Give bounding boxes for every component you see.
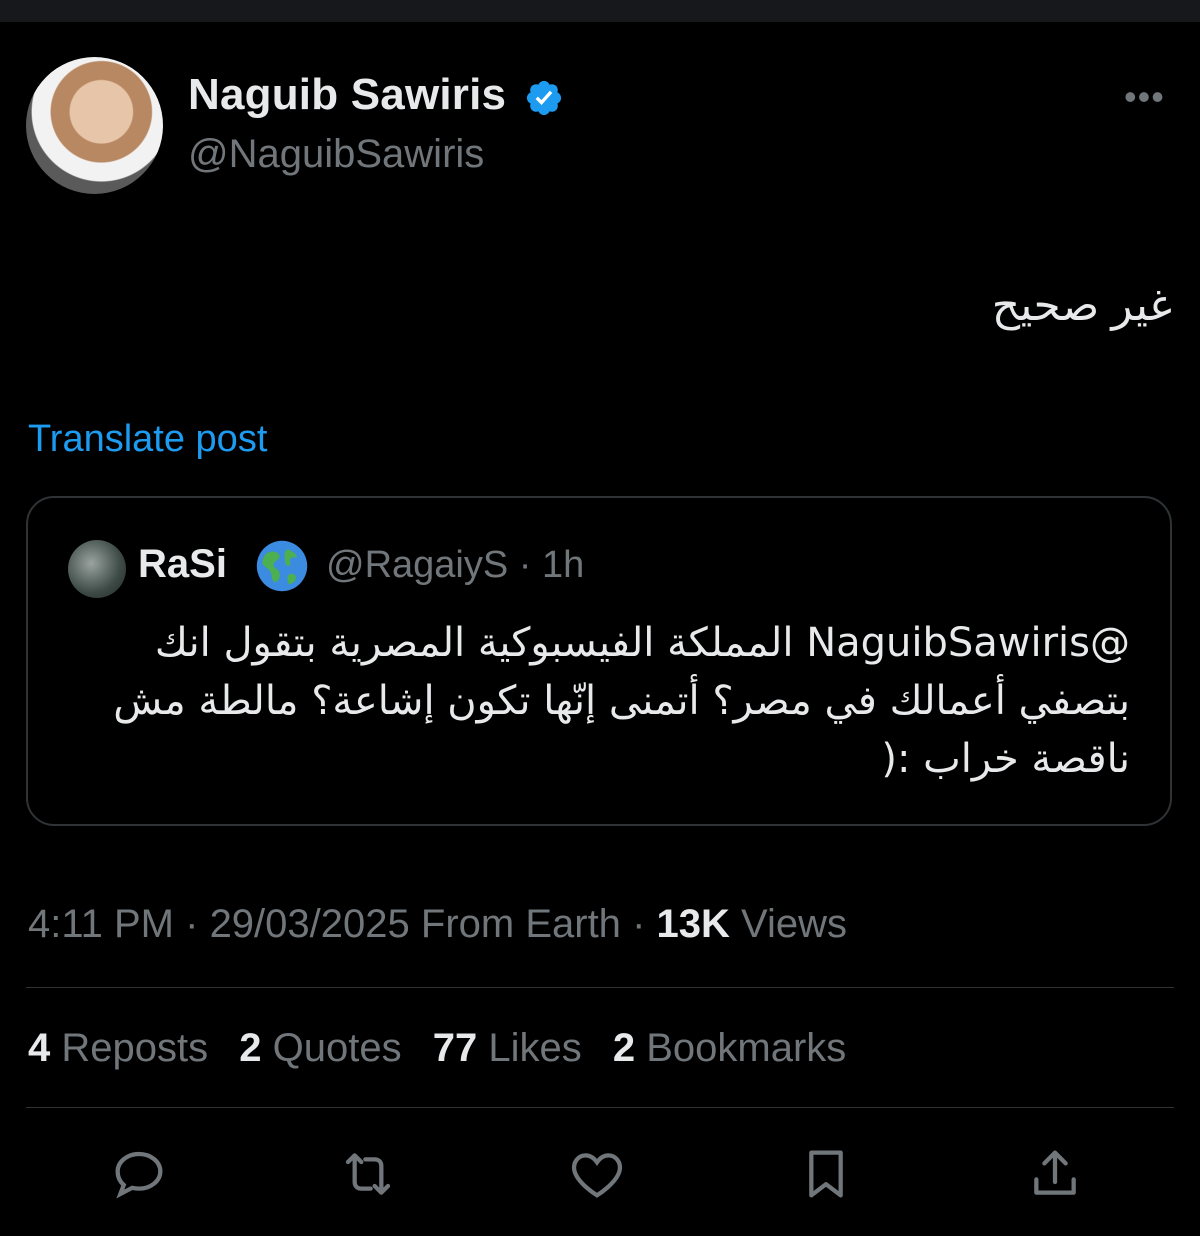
translate-post-link[interactable]: Translate post — [28, 418, 267, 461]
quoted-author-name[interactable]: RaSi — [138, 542, 227, 587]
views-count: 13K — [656, 902, 730, 946]
author-avatar[interactable] — [26, 57, 163, 194]
divider — [26, 987, 1174, 988]
meta-separator: · — [508, 544, 542, 586]
status-bar — [0, 0, 1200, 22]
author-handle[interactable]: @NaguibSawiris — [188, 132, 484, 177]
quoted-text: @NaguibSawiris المملكة الفيسبوكية المصري… — [113, 620, 1130, 782]
divider — [26, 1107, 1174, 1108]
tweet-source: From Earth — [420, 902, 621, 946]
tweet-time[interactable]: 4:11 PM — [28, 902, 174, 946]
quoted-avatar[interactable] — [68, 540, 126, 598]
quoted-tweet[interactable]: RaSi @RagaiyS · 1h @NaguibSawiris المملك… — [26, 496, 1172, 826]
engagement-stats: 4 Reposts 2 Quotes 77 Likes 2 Bookmarks — [28, 1026, 866, 1071]
quoted-handle[interactable]: @RagaiyS — [326, 544, 508, 586]
reply-icon[interactable] — [107, 1142, 171, 1206]
share-icon[interactable] — [1023, 1142, 1087, 1206]
tweet-text: غير صحيح — [991, 281, 1172, 330]
views-label: Views — [741, 902, 847, 946]
stat-bookmarks[interactable]: 2 Bookmarks — [613, 1026, 846, 1070]
globe-americas-icon — [256, 540, 308, 592]
like-icon[interactable] — [565, 1142, 629, 1206]
repost-icon[interactable] — [336, 1142, 400, 1206]
more-icon[interactable]: ••• — [1124, 79, 1165, 115]
action-bar — [0, 1142, 1200, 1206]
stat-reposts[interactable]: 4 Reposts — [28, 1026, 208, 1070]
quoted-meta: @RagaiyS · 1h — [326, 544, 584, 587]
stat-likes[interactable]: 77 Likes — [433, 1026, 582, 1070]
bookmark-icon[interactable] — [794, 1142, 858, 1206]
author-name[interactable]: Naguib Sawiris — [188, 70, 506, 120]
quoted-time[interactable]: 1h — [542, 544, 584, 586]
tweet-timestamp: 4:11 PM · 29/03/2025 From Earth · 13K Vi… — [28, 902, 847, 946]
tweet-date[interactable]: 29/03/2025 — [210, 902, 410, 946]
verified-badge-icon — [526, 80, 562, 116]
stat-quotes[interactable]: 2 Quotes — [239, 1026, 401, 1070]
